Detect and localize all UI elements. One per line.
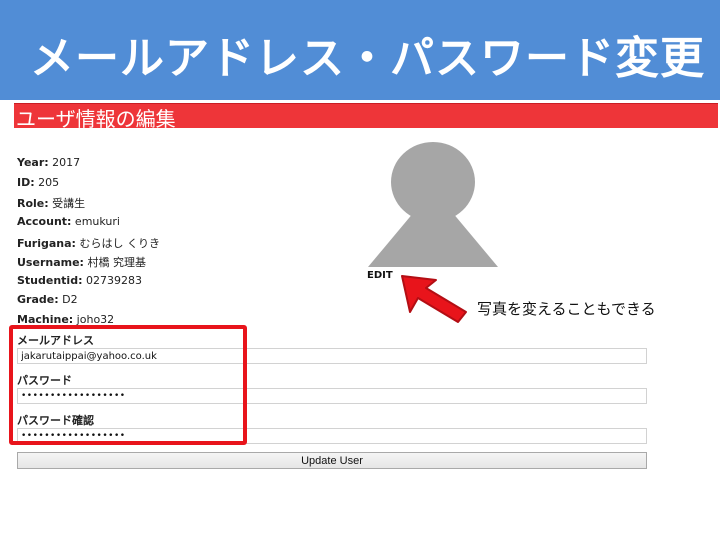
- user-info-label: Machine:: [17, 313, 74, 326]
- user-info-id: ID: 205: [17, 176, 59, 189]
- user-info-label: Account:: [17, 215, 72, 228]
- user-info-machine: Machine: joho32: [17, 313, 114, 326]
- user-info-label: Year:: [17, 156, 49, 169]
- default-user-avatar-icon: [368, 142, 498, 267]
- user-info-furigana: Furigana: むらはし くりき: [17, 235, 160, 251]
- password-field[interactable]: [17, 388, 647, 404]
- user-info-role: Role: 受講生: [17, 195, 85, 211]
- user-info-value: D2: [58, 293, 78, 306]
- update-user-button[interactable]: Update User: [17, 452, 647, 469]
- password-label: パスワード: [17, 374, 72, 387]
- user-info-label: Furigana:: [17, 237, 76, 250]
- email-label: メールアドレス: [17, 334, 94, 347]
- password-confirm-label: パスワード確認: [17, 414, 94, 427]
- user-info-label: Role:: [17, 197, 49, 210]
- section-title: ユーザ情報の編集: [16, 107, 176, 131]
- password-confirm-field[interactable]: [17, 428, 647, 444]
- user-info-label: Username:: [17, 256, 84, 269]
- user-info-value: 村橋 究理基: [83, 256, 146, 269]
- user-info-value: 205: [34, 176, 60, 189]
- user-info-value: 02739283: [82, 274, 142, 287]
- user-info-value: 受講生: [48, 197, 86, 210]
- edit-photo-link[interactable]: EDIT: [367, 270, 393, 281]
- user-info-grade: Grade: D2: [17, 293, 78, 306]
- user-info-studentid: Studentid: 02739283: [17, 274, 142, 287]
- user-info-account: Account: emukuri: [17, 215, 120, 228]
- user-info-label: Studentid:: [17, 274, 83, 287]
- section-header-bar: ユーザ情報の編集: [14, 103, 718, 131]
- user-info-value: 2017: [48, 156, 81, 169]
- user-info-username: Username: 村橋 究理基: [17, 254, 146, 270]
- user-info-label: Grade:: [17, 293, 59, 306]
- user-info-value: joho32: [73, 313, 115, 326]
- callout-note: 写真を変えることもできる: [477, 300, 656, 318]
- user-info-value: emukuri: [71, 215, 120, 228]
- slide-title: メールアドレス・パスワード変更: [30, 33, 705, 84]
- user-info-label: ID:: [17, 176, 35, 189]
- red-arrow-icon: [401, 275, 467, 323]
- slide-header: メールアドレス・パスワード変更: [0, 0, 720, 100]
- email-field[interactable]: [17, 348, 647, 364]
- user-info-value: むらはし くりき: [75, 237, 160, 250]
- user-info-year: Year: 2017: [17, 156, 80, 169]
